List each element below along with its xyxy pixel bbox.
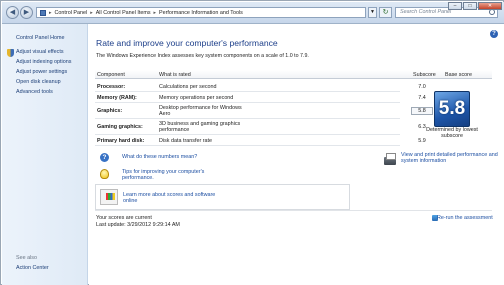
divider	[95, 210, 492, 211]
subscore-value: 7.0	[418, 84, 426, 90]
component-label: Gaming graphics:	[97, 124, 143, 130]
adjust-power-settings-link[interactable]: Adjust power settings	[16, 69, 67, 75]
back-button[interactable]: ◀	[6, 6, 19, 19]
subscore-value: 7.4	[418, 95, 426, 101]
scores-status: Your scores are current	[96, 215, 152, 221]
score-table-header: Component What is rated Subscore Base sc…	[95, 70, 492, 79]
page-title: Rate and improve your computer's perform…	[96, 38, 278, 48]
advanced-tools-link[interactable]: Advanced tools	[16, 89, 53, 95]
subscore-header: Subscore	[413, 72, 436, 78]
search-placeholder: Search Control Panel	[400, 9, 452, 15]
subscore-value-lowest: 5.8	[411, 107, 433, 115]
component-label: Memory (RAM):	[97, 95, 137, 101]
table-row: Memory (RAM): Memory operations per seco…	[95, 93, 426, 103]
maximize-button[interactable]: □	[463, 2, 477, 10]
window: ◀ ▶ ▸ Control Panel ▸ All Control Panel …	[0, 0, 504, 285]
address-bar[interactable]: ▸ Control Panel ▸ All Control Panel Item…	[36, 7, 366, 18]
address-toolbar: ◀ ▶ ▸ Control Panel ▸ All Control Panel …	[2, 2, 504, 24]
minimize-button[interactable]: –	[448, 2, 462, 10]
action-center-link[interactable]: Action Center	[16, 265, 49, 271]
table-row: Primary hard disk: Disk data transfer ra…	[95, 136, 426, 146]
rated-description: 3D business and gaming graphics performa…	[159, 121, 241, 134]
breadcrumb-separator[interactable]: ▸	[90, 10, 93, 16]
breadcrumb-separator[interactable]: ▸	[49, 10, 52, 16]
component-header: Component	[97, 72, 125, 78]
base-score-header: Base score	[445, 72, 472, 78]
rated-description: Calculations per second	[159, 84, 217, 90]
breadcrumb-separator[interactable]: ▸	[154, 10, 157, 16]
see-also-heading: See also	[16, 255, 37, 261]
forward-button[interactable]: ▶	[20, 6, 33, 19]
rerun-assessment-link[interactable]: Re-run the assessment	[437, 215, 493, 221]
printer-icon	[384, 153, 396, 165]
rated-description: Memory operations per second	[159, 95, 234, 101]
last-update-timestamp: Last update: 3/29/2012 9:29:14 AM	[96, 222, 180, 228]
component-label: Primary hard disk:	[97, 138, 145, 144]
main-content: ? Rate and improve your computer's perfo…	[89, 24, 504, 285]
shield-icon	[7, 49, 14, 57]
help-icon[interactable]: ?	[490, 30, 498, 38]
what-is-rated-header: What is rated	[159, 72, 191, 78]
lightbulb-icon	[100, 169, 109, 179]
breadcrumb-all-items[interactable]: All Control Panel Items	[96, 10, 151, 16]
open-disk-cleanup-link[interactable]: Open disk cleanup	[16, 79, 61, 85]
close-button[interactable]: ✕	[478, 2, 502, 10]
control-panel-icon	[40, 9, 46, 16]
rated-description: Desktop performance for Windows Aero	[159, 105, 242, 118]
left-pane: Control Panel Home Adjust visual effects…	[2, 24, 88, 285]
table-row: Graphics: Desktop performance for Window…	[95, 104, 433, 119]
component-label: Processor:	[97, 84, 126, 90]
view-print-details-link[interactable]: View and print detailed performance and …	[401, 152, 501, 165]
control-panel-home-link[interactable]: Control Panel Home	[16, 35, 65, 41]
learn-more-box: Learn more about scores and software onl…	[95, 184, 350, 210]
learn-more-scores-link[interactable]: Learn more about scores and software onl…	[123, 192, 223, 205]
breadcrumb-performance[interactable]: Performance Information and Tools	[159, 10, 243, 16]
base-score-tile: 5.8	[434, 91, 470, 127]
page-description: The Windows Experience Index assesses ke…	[96, 53, 309, 59]
table-row: Gaming graphics: 3D business and gaming …	[95, 120, 426, 135]
adjust-indexing-options-link[interactable]: Adjust indexing options	[16, 59, 71, 65]
question-icon: ?	[100, 153, 109, 162]
table-row: Processor: Calculations per second 7.0	[95, 82, 426, 92]
adjust-visual-effects-link[interactable]: Adjust visual effects	[16, 49, 64, 55]
component-label: Graphics:	[97, 108, 123, 114]
base-score-caption: Determined by lowest subscore	[426, 127, 478, 140]
refresh-button[interactable]: ↻	[379, 7, 392, 18]
address-dropdown-button[interactable]: ▼	[368, 7, 377, 18]
what-do-numbers-mean-link[interactable]: What do these numbers mean?	[122, 154, 197, 160]
breadcrumb-control-panel[interactable]: Control Panel	[55, 10, 88, 16]
software-info-icon	[100, 189, 118, 205]
rated-description: Disk data transfer rate	[159, 138, 213, 144]
tips-improving-performance-link[interactable]: Tips for improving your computer's perfo…	[122, 169, 222, 182]
